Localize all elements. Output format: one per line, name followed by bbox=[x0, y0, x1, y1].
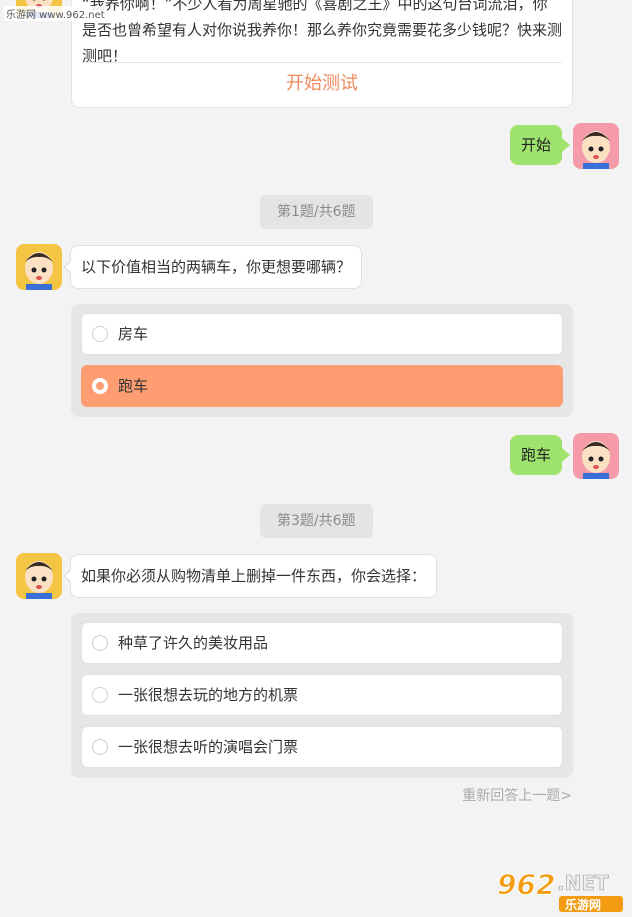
option-label: 房车 bbox=[118, 325, 149, 343]
question-bubble: 如果你必须从购物清单上删掉一件东西，你会选择： bbox=[62, 554, 438, 598]
radio-icon bbox=[92, 739, 108, 755]
question-bubble: 以下价值相当的两辆车，你更想要哪辆？ bbox=[62, 245, 363, 289]
option-label: 一张很想去玩的地方的机票 bbox=[118, 686, 299, 704]
bot-avatar bbox=[16, 553, 62, 599]
radio-icon bbox=[92, 687, 108, 703]
option-label: 种草了许久的美妆用品 bbox=[118, 634, 269, 652]
radio-icon bbox=[92, 635, 108, 651]
intro-text-line: “我养你啊！”不少人看为周星驰的《喜剧之王》中的这句台词流泪，你 bbox=[82, 0, 548, 13]
user-reply-bubble: 开始 bbox=[509, 125, 571, 165]
option-label: 一张很想去听的演唱会门票 bbox=[118, 738, 299, 756]
intro-text-line: 测吧！ bbox=[82, 47, 128, 65]
logo-net: .NET bbox=[557, 871, 609, 895]
option-item[interactable]: 一张很想去听的演唱会门票 bbox=[81, 726, 563, 768]
intro-text: “我养你啊！”不少人看为周星驰的《喜剧之王》中的这句台词流泪，你 是否也曾希望有… bbox=[82, 0, 564, 69]
option-item[interactable]: 房车 bbox=[81, 313, 563, 355]
start-test-button[interactable]: 开始测试 bbox=[72, 69, 572, 99]
logo-cn: 乐游网 bbox=[565, 897, 601, 912]
question-counter: 第3题/共6题 bbox=[260, 504, 373, 538]
intro-card: “我养你啊！”不少人看为周星驰的《喜剧之王》中的这句台词流泪，你 是否也曾希望有… bbox=[71, 0, 573, 108]
site-watermark: 乐游网 www.962.net bbox=[4, 6, 107, 21]
boy-cartoon-pink-icon bbox=[573, 433, 619, 479]
option-item[interactable]: 种草了许久的美妆用品 bbox=[81, 622, 563, 664]
options-panel: 种草了许久的美妆用品 一张很想去玩的地方的机票 一张很想去听的演唱会门票 bbox=[71, 613, 573, 778]
user-avatar bbox=[573, 433, 619, 479]
redo-previous-link[interactable]: 重新回答上一题> bbox=[462, 785, 572, 805]
bot-avatar bbox=[16, 244, 62, 290]
radio-selected-icon bbox=[92, 378, 108, 394]
radio-icon bbox=[92, 326, 108, 342]
boy-cartoon-icon bbox=[16, 553, 62, 599]
site-logo-icon: 962 .NET 乐游网 bbox=[497, 868, 623, 912]
user-reply-bubble: 跑车 bbox=[509, 435, 571, 475]
question-counter: 第1题/共6题 bbox=[260, 195, 373, 229]
option-item-selected[interactable]: 跑车 bbox=[81, 365, 563, 407]
option-item[interactable]: 一张很想去玩的地方的机票 bbox=[81, 674, 563, 716]
logo-number: 962 bbox=[497, 868, 555, 901]
boy-cartoon-pink-icon bbox=[573, 123, 619, 169]
site-logo: 962 .NET 乐游网 bbox=[493, 866, 629, 914]
option-label: 跑车 bbox=[118, 377, 149, 395]
user-avatar bbox=[573, 123, 619, 169]
options-panel: 房车 跑车 bbox=[71, 304, 573, 417]
boy-cartoon-icon bbox=[16, 244, 62, 290]
intro-text-line: 是否也曾希望有人对你说我养你！那么养你究竟需要花多少钱呢？快来测 bbox=[82, 21, 563, 39]
divider bbox=[82, 62, 562, 63]
